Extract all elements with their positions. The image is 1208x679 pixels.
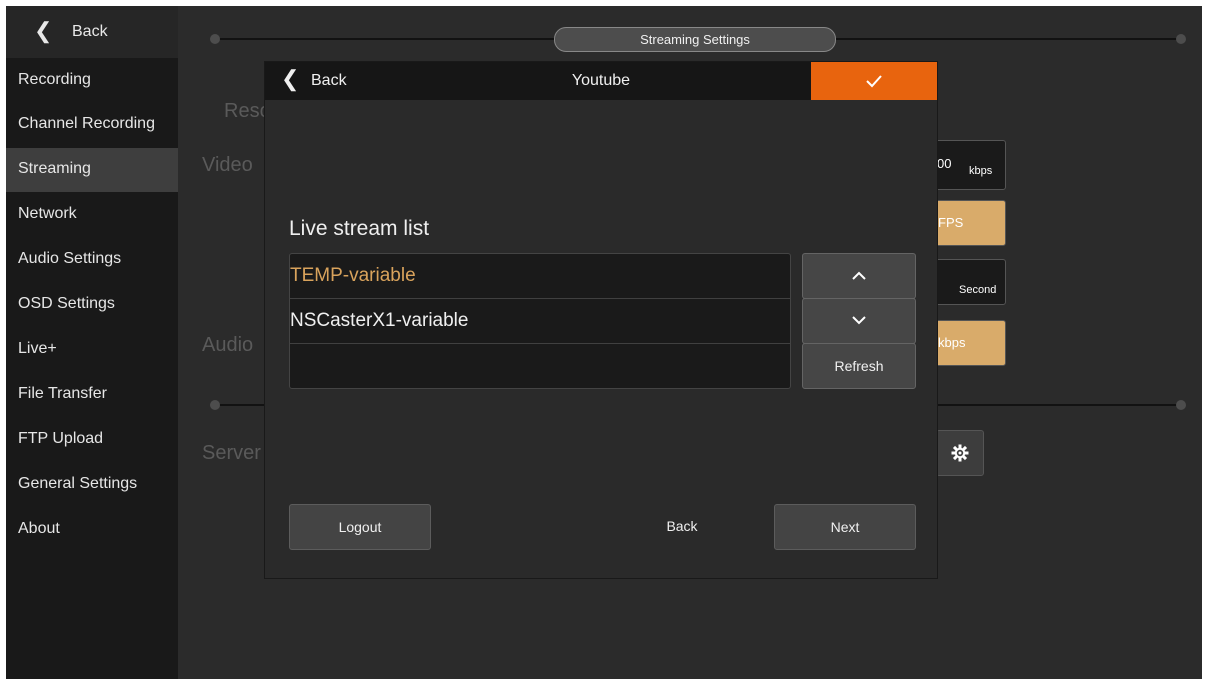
divider-dot bbox=[1176, 400, 1186, 410]
sidebar-item-audio-settings[interactable]: Audio Settings bbox=[6, 238, 178, 282]
streaming-settings-panel: Streaming Settings Resc Video Audio Serv… bbox=[178, 6, 1202, 679]
logout-button[interactable]: Logout bbox=[289, 504, 431, 550]
next-button[interactable]: Next bbox=[774, 504, 916, 550]
server-label: Server bbox=[202, 442, 261, 464]
chevron-down-icon bbox=[852, 316, 866, 325]
sidebar-item-file-transfer[interactable]: File Transfer bbox=[6, 373, 178, 417]
refresh-button[interactable]: Refresh bbox=[802, 343, 916, 389]
sidebar-item-about[interactable]: About bbox=[6, 508, 178, 552]
fps-text: FPS bbox=[938, 215, 964, 230]
device-screen: ❮ Back Recording Channel Recording Strea… bbox=[6, 6, 1202, 679]
list-item[interactable]: NSCasterX1-variable bbox=[290, 299, 790, 344]
sidebar-item-label: File Transfer bbox=[18, 385, 107, 402]
audio-label: Audio bbox=[202, 334, 254, 356]
sidebar-item-label: FTP Upload bbox=[18, 430, 104, 447]
sidebar-item-network[interactable]: Network bbox=[6, 193, 178, 237]
sidebar-item-label: Network bbox=[18, 205, 77, 222]
audio-bitrate-text: kbps bbox=[938, 335, 966, 350]
check-icon bbox=[866, 75, 882, 88]
stream-name: NSCasterX1-variable bbox=[290, 310, 469, 331]
sidebar-item-label: Audio Settings bbox=[18, 250, 122, 267]
sidebar-item-label: Channel Recording bbox=[18, 115, 155, 132]
dialog-header: Youtube ❮ Back bbox=[265, 62, 937, 100]
sidebar-back-label: Back bbox=[72, 23, 108, 40]
dialog-back-button[interactable]: ❮ Back bbox=[265, 62, 385, 100]
chevron-up-icon bbox=[852, 271, 866, 280]
list-item[interactable] bbox=[290, 344, 790, 388]
live-stream-list: TEMP-variable NSCasterX1-variable bbox=[289, 253, 791, 389]
bitrate-value: 00 bbox=[937, 156, 952, 171]
back-button[interactable]: Back bbox=[612, 504, 752, 548]
sidebar-item-label: Live+ bbox=[18, 340, 57, 357]
move-up-button[interactable] bbox=[802, 253, 916, 299]
resolution-label: Resc bbox=[224, 100, 270, 122]
sidebar-item-osd-settings[interactable]: OSD Settings bbox=[6, 283, 178, 327]
chevron-left-icon: ❮ bbox=[281, 66, 300, 91]
video-label: Video bbox=[202, 154, 253, 176]
server-settings-button[interactable] bbox=[936, 430, 984, 476]
sidebar-item-recording[interactable]: Recording bbox=[6, 59, 178, 103]
interval-unit: Second bbox=[959, 284, 997, 296]
sidebar-item-ftp-upload[interactable]: FTP Upload bbox=[6, 418, 178, 462]
sidebar-item-channel-recording[interactable]: Channel Recording bbox=[6, 103, 178, 147]
divider-dot bbox=[210, 400, 220, 410]
confirm-button[interactable] bbox=[811, 62, 937, 100]
gear-icon bbox=[951, 444, 969, 462]
sidebar-item-live-plus[interactable]: Live+ bbox=[6, 328, 178, 372]
live-stream-list-label: Live stream list bbox=[289, 217, 430, 240]
sidebar: ❮ Back Recording Channel Recording Strea… bbox=[6, 6, 178, 679]
sidebar-item-label: About bbox=[18, 520, 60, 537]
sidebar-item-label: OSD Settings bbox=[18, 295, 115, 312]
move-down-button[interactable] bbox=[802, 298, 916, 344]
sidebar-item-streaming[interactable]: Streaming bbox=[6, 148, 178, 192]
sidebar-item-label: Recording bbox=[18, 71, 91, 88]
chevron-left-icon: ❮ bbox=[34, 18, 53, 43]
dialog-back-label: Back bbox=[311, 72, 347, 89]
sidebar-item-label: General Settings bbox=[18, 475, 138, 492]
youtube-dialog: Youtube ❮ Back Live stream list TEMP-var… bbox=[264, 61, 938, 579]
divider-dot bbox=[1176, 34, 1186, 44]
list-item[interactable]: TEMP-variable bbox=[290, 254, 790, 299]
sidebar-item-general-settings[interactable]: General Settings bbox=[6, 463, 178, 507]
sidebar-back-button[interactable]: ❮ Back bbox=[6, 6, 178, 58]
divider-dot bbox=[210, 34, 220, 44]
bitrate-unit: kbps bbox=[969, 165, 993, 177]
stream-name: TEMP-variable bbox=[290, 265, 416, 286]
section-title: Streaming Settings bbox=[554, 27, 836, 52]
sidebar-item-label: Streaming bbox=[18, 160, 91, 177]
